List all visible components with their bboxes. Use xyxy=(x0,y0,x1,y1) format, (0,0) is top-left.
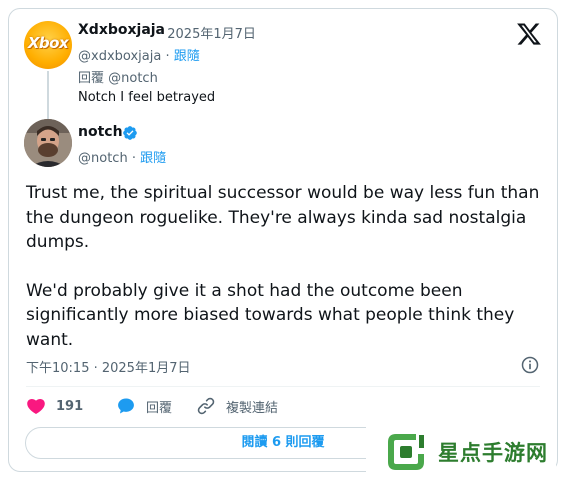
like-button[interactable]: 191 xyxy=(26,395,83,417)
reply-author-avatar[interactable]: Xbox xyxy=(24,21,72,69)
like-count: 191 xyxy=(56,398,84,414)
reply-author-handle[interactable]: @xdxboxjaja xyxy=(78,49,161,64)
info-icon[interactable] xyxy=(520,355,540,375)
thread-connector-line xyxy=(47,71,49,121)
tweet-paragraph-2: We'd probably give it a shot had the out… xyxy=(26,280,515,350)
x-logo-icon[interactable] xyxy=(516,21,542,47)
copy-link-button[interactable]: 複製連結 xyxy=(196,395,278,417)
reply-author-handle-row: @xdxboxjaja · 跟隨 xyxy=(78,45,200,64)
watermark-logo-icon xyxy=(386,432,426,472)
tweet-paragraph-1: Trust me, the spiritual successor would … xyxy=(26,183,540,252)
tweet-timestamp[interactable]: 下午10:15 · 2025年1月7日 xyxy=(26,357,191,376)
replying-to-label: 回覆 @notch xyxy=(78,71,158,86)
watermark-text: 星点手游网 xyxy=(438,440,548,465)
tweet-author-name[interactable]: notch xyxy=(78,124,123,140)
avatar-logo-text: Xbox xyxy=(27,34,69,52)
person-photo-icon xyxy=(24,119,72,167)
reply-tweet-text: Notch I feel betrayed xyxy=(78,90,216,105)
tweet-author-handle-row: @notch · 跟隨 xyxy=(78,147,166,166)
reply-author-name[interactable]: Xdxboxjaja xyxy=(78,22,165,38)
link-icon xyxy=(197,397,215,415)
tweet-follow-link[interactable]: 跟隨 xyxy=(140,151,166,166)
speech-bubble-icon xyxy=(118,398,134,414)
reply-label: 回覆 xyxy=(146,400,173,416)
separator-dot: · xyxy=(165,49,174,64)
separator-dot: · xyxy=(131,151,141,166)
tweet-author-handle[interactable]: @notch xyxy=(78,151,128,166)
heart-icon xyxy=(27,399,45,414)
reply-date[interactable]: · 2025年1月7日 xyxy=(159,23,256,42)
reply-button[interactable]: 回覆 xyxy=(116,395,172,417)
tweet-body: Trust me, the spiritual successor would … xyxy=(26,181,551,376)
tweet-embed-card: Xbox Xdxboxjaja · 2025年1月7日 @xdxboxjaja … xyxy=(8,8,558,472)
verified-badge-icon xyxy=(123,126,137,140)
site-watermark: 星点手游网 xyxy=(366,427,556,477)
reply-follow-link[interactable]: 跟隨 xyxy=(174,49,200,64)
tweet-author-avatar[interactable] xyxy=(24,119,72,167)
copy-link-label: 複製連結 xyxy=(226,400,279,416)
action-divider xyxy=(26,386,540,387)
